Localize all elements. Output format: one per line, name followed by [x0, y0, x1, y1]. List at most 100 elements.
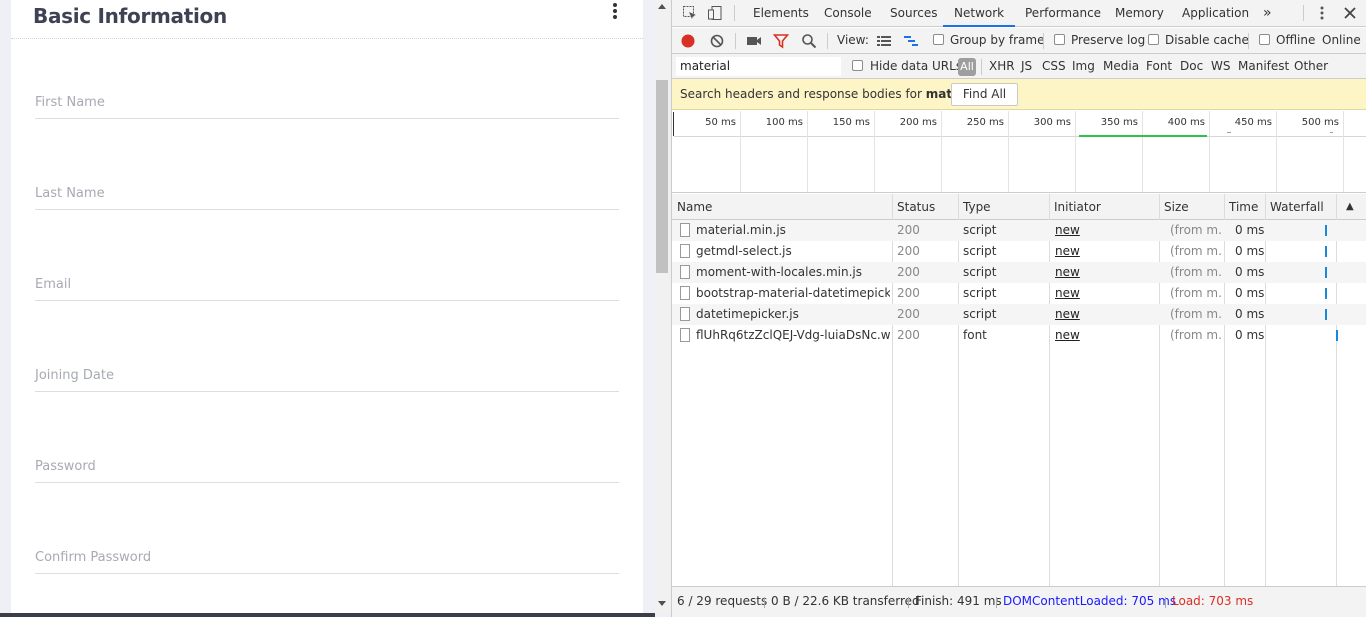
- tab-elements[interactable]: Elements: [751, 0, 811, 27]
- scrollbar-thumb[interactable]: [656, 80, 668, 273]
- request-size: (from m...: [1170, 265, 1222, 279]
- request-row[interactable]: getmdl-select.js 200 script new (from m... 0 …: [672, 241, 1366, 262]
- filter-type-doc[interactable]: Doc: [1180, 54, 1203, 79]
- request-name[interactable]: datetimepicker.js: [696, 304, 890, 325]
- filter-type-media[interactable]: Media: [1103, 54, 1139, 79]
- col-status[interactable]: Status: [893, 194, 935, 220]
- scroll-up-arrow-icon[interactable]: [658, 4, 666, 9]
- filter-type-all[interactable]: All: [958, 58, 976, 76]
- request-initiator[interactable]: new: [1055, 262, 1095, 283]
- request-initiator[interactable]: new: [1055, 283, 1095, 304]
- network-overview[interactable]: 50 ms 100 ms 150 ms 200 ms 250 ms 300 ms 350 m…: [672, 111, 1366, 193]
- request-row[interactable]: moment-with-locales.min.js 200 script new (f…: [672, 262, 1366, 283]
- request-name[interactable]: moment-with-locales.min.js: [696, 262, 890, 283]
- close-icon[interactable]: [1342, 5, 1358, 21]
- last-name-field[interactable]: Last Name: [35, 180, 619, 210]
- search-message-prefix: Search headers and response bodies for: [680, 87, 922, 101]
- inspect-element-icon[interactable]: [682, 5, 698, 21]
- col-waterfall[interactable]: Waterfall: [1266, 194, 1324, 220]
- request-initiator[interactable]: new: [1055, 325, 1095, 346]
- screenshot-camera-icon[interactable]: [746, 33, 762, 49]
- group-by-frame-label[interactable]: Group by frame: [950, 28, 1044, 53]
- preserve-log-checkbox[interactable]: [1054, 34, 1065, 45]
- request-row[interactable]: datetimepicker.js 200 script new (from m... 0…: [672, 304, 1366, 325]
- filter-type-manifest[interactable]: Manifest: [1238, 54, 1289, 79]
- divider: [908, 597, 909, 608]
- col-initiator[interactable]: Initiator: [1050, 194, 1101, 220]
- waterfall-overview-icon[interactable]: [903, 33, 919, 49]
- hide-data-urls-checkbox[interactable]: [852, 60, 863, 71]
- confirm-password-placeholder: Confirm Password: [35, 550, 152, 565]
- filter-type-img[interactable]: Img: [1072, 54, 1095, 79]
- filter-type-xhr[interactable]: XHR: [989, 54, 1015, 79]
- filter-type-js[interactable]: JS: [1021, 54, 1032, 79]
- preserve-log-label[interactable]: Preserve log: [1071, 28, 1145, 53]
- first-name-field[interactable]: First Name: [35, 89, 619, 119]
- find-all-button[interactable]: Find All: [951, 83, 1018, 106]
- more-tabs-icon[interactable]: »: [1261, 0, 1274, 27]
- disable-cache-checkbox[interactable]: [1148, 34, 1159, 45]
- network-statusbar: 6 / 29 requests 0 B / 22.6 KB transferre…: [672, 586, 1366, 617]
- overview-tick-line: [1343, 111, 1344, 192]
- device-toolbar-icon[interactable]: [707, 5, 723, 21]
- request-initiator[interactable]: new: [1055, 304, 1095, 325]
- sort-ascending-icon[interactable]: ▲: [1342, 194, 1354, 220]
- large-rows-icon[interactable]: [876, 33, 892, 49]
- request-status: 200: [897, 265, 920, 279]
- disable-cache-label[interactable]: Disable cache: [1165, 28, 1249, 53]
- col-size[interactable]: Size: [1160, 194, 1189, 220]
- last-name-placeholder: Last Name: [35, 186, 105, 201]
- tab-network[interactable]: Network: [943, 0, 1016, 27]
- request-initiator[interactable]: new: [1055, 241, 1095, 262]
- request-name[interactable]: material.min.js: [696, 220, 890, 241]
- overview-tick-line: [1276, 111, 1277, 192]
- transferred-size: 0 B / 22.6 KB transferred: [771, 594, 920, 608]
- group-by-frame-checkbox[interactable]: [933, 34, 944, 45]
- request-status: 200: [897, 286, 920, 300]
- throttling-select[interactable]: Online: [1322, 28, 1361, 53]
- filter-type-other[interactable]: Other: [1294, 54, 1328, 79]
- request-initiator[interactable]: new: [1055, 220, 1095, 241]
- filter-type-font[interactable]: Font: [1146, 54, 1172, 79]
- clear-icon[interactable]: [709, 33, 725, 49]
- password-field[interactable]: Password: [35, 453, 619, 483]
- title-divider: [11, 38, 643, 39]
- confirm-password-field[interactable]: Confirm Password: [35, 544, 619, 574]
- offline-checkbox[interactable]: [1259, 34, 1270, 45]
- tab-sources[interactable]: Sources: [888, 0, 939, 27]
- tab-application[interactable]: Application: [1180, 0, 1251, 27]
- filter-type-ws[interactable]: WS: [1211, 54, 1230, 79]
- request-status: 200: [897, 328, 920, 342]
- more-vert-icon[interactable]: [611, 3, 619, 21]
- waterfall-bar: [1325, 309, 1327, 320]
- col-time[interactable]: Time: [1225, 194, 1258, 220]
- page-scrollbar[interactable]: [655, 0, 670, 613]
- email-field[interactable]: Email: [35, 271, 619, 301]
- col-name[interactable]: Name: [673, 194, 712, 220]
- network-toolbar: View: Group by frame Preserve log Disabl…: [672, 28, 1366, 54]
- request-name[interactable]: getmdl-select.js: [696, 241, 890, 262]
- request-name[interactable]: bootstrap-material-datetimepicker...: [696, 283, 890, 304]
- tab-memory[interactable]: Memory: [1113, 0, 1166, 27]
- request-row[interactable]: flUhRq6tzZclQEJ-Vdg-luiaDsNc.wo... 200 fon…: [672, 325, 1366, 346]
- filter-input[interactable]: material: [676, 57, 841, 76]
- col-type[interactable]: Type: [959, 194, 991, 220]
- record-icon[interactable]: [680, 33, 696, 49]
- divider: [996, 597, 997, 608]
- request-row[interactable]: bootstrap-material-datetimepicker... 200 s…: [672, 283, 1366, 304]
- joining-date-field[interactable]: Joining Date: [35, 362, 619, 392]
- request-row[interactable]: material.min.js 200 script new (from m... 0 m…: [672, 220, 1366, 241]
- tab-console[interactable]: Console: [822, 0, 874, 27]
- request-name[interactable]: flUhRq6tzZclQEJ-Vdg-luiaDsNc.wo...: [696, 325, 890, 346]
- filter-type-css[interactable]: CSS: [1042, 54, 1066, 79]
- scroll-down-arrow-icon[interactable]: [658, 601, 666, 606]
- search-icon[interactable]: [801, 33, 817, 49]
- first-name-placeholder: First Name: [35, 95, 105, 110]
- offline-label[interactable]: Offline: [1276, 28, 1315, 53]
- tab-performance[interactable]: Performance: [1023, 0, 1103, 27]
- customize-menu-icon[interactable]: [1314, 5, 1330, 21]
- hide-data-urls-label[interactable]: Hide data URLs: [870, 54, 962, 79]
- request-type: script: [963, 307, 997, 321]
- request-status: 200: [897, 307, 920, 321]
- filter-icon[interactable]: [773, 33, 789, 49]
